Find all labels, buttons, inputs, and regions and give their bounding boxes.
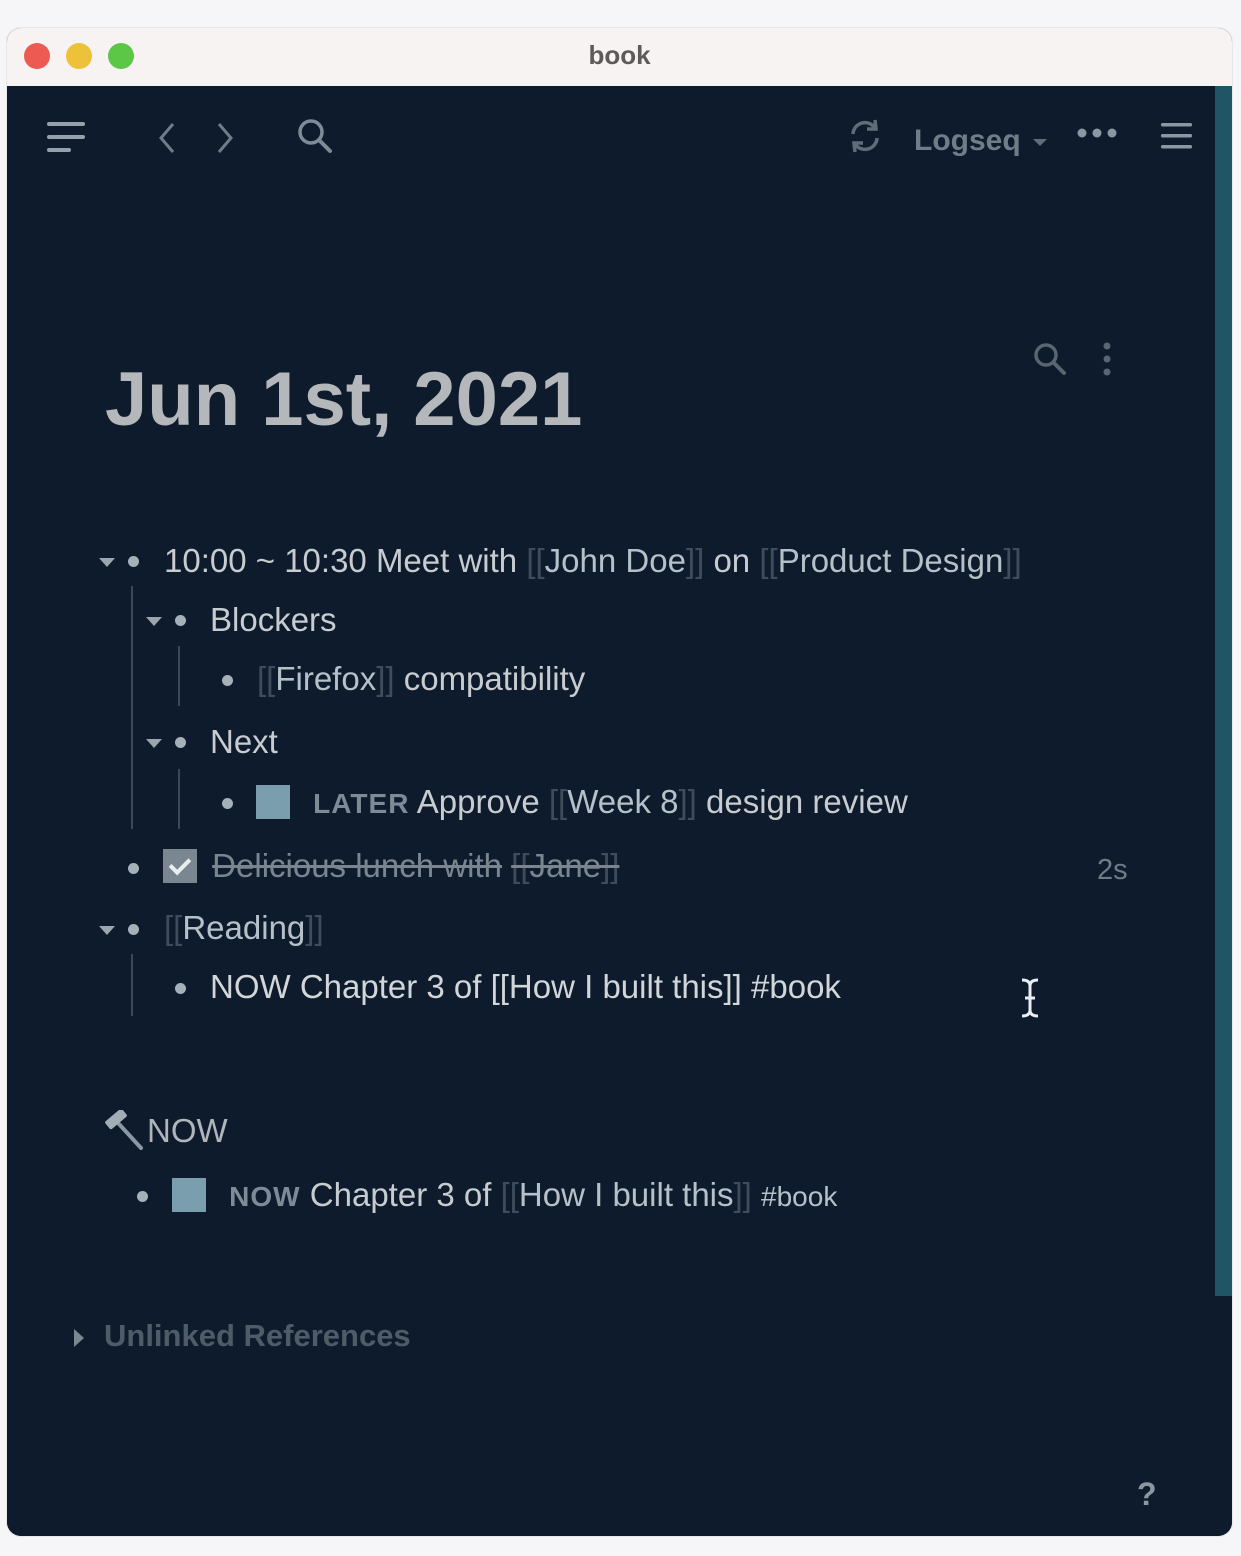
book-tag[interactable]: #book <box>761 1181 837 1212</box>
children-guide <box>131 586 133 829</box>
children-guide <box>131 954 133 1016</box>
page-search-icon[interactable] <box>1033 342 1067 381</box>
children-guide <box>178 646 180 706</box>
task-checkbox[interactable] <box>256 785 290 819</box>
design-review-text: design review <box>706 783 908 820</box>
more-options-icon[interactable] <box>1077 126 1119 144</box>
back-icon[interactable] <box>157 122 177 159</box>
app-window: book Logseq Jun 1st, 2021 10:00 ~ 10:30 … <box>7 28 1232 1536</box>
now-marker[interactable]: NOW <box>229 1181 300 1212</box>
block-bullet[interactable] <box>128 924 139 935</box>
on-text: on <box>713 542 751 579</box>
link-bracket: [[ <box>526 542 545 579</box>
firefox-block[interactable]: [[Firefox]] compatibility <box>257 660 585 698</box>
unlinked-references-toggle[interactable]: Unlinked References <box>104 1318 411 1354</box>
week-8-link[interactable]: Week 8 <box>567 783 678 820</box>
meeting-block[interactable]: 10:00 ~ 10:30 Meet with [[John Doe]] on … <box>164 542 1022 580</box>
time-ago-label: 2s <box>1097 854 1128 886</box>
link-bracket: [[ <box>511 847 530 884</box>
next-block[interactable]: Next <box>210 723 278 761</box>
editing-block-textarea[interactable]: NOW Chapter 3 of [[How I built this]] #b… <box>210 968 841 1006</box>
link-bracket: [[ <box>500 1176 519 1213</box>
help-button[interactable]: ? <box>1137 1476 1157 1513</box>
link-bracket: [[ <box>164 909 183 946</box>
title-bar: book <box>7 28 1232 87</box>
children-guide <box>178 769 180 829</box>
repo-label: Logseq <box>914 124 1021 157</box>
collapse-arrow-icon[interactable] <box>146 739 162 748</box>
caret-right-icon[interactable] <box>73 1328 85 1353</box>
page-title[interactable]: Jun 1st, 2021 <box>105 356 582 443</box>
reading-link[interactable]: Reading <box>182 909 305 946</box>
right-sidebar-toggle-icon[interactable] <box>1161 122 1193 155</box>
block-bullet[interactable] <box>175 983 186 994</box>
task-checkbox[interactable] <box>172 1178 206 1212</box>
block-bullet[interactable] <box>175 615 186 626</box>
link-bracket: ]] <box>678 783 697 820</box>
chevron-down-icon <box>1033 138 1048 146</box>
hammer-icon <box>103 1108 145 1157</box>
blockers-block[interactable]: Blockers <box>210 601 337 639</box>
link-bracket: [[ <box>548 783 568 820</box>
firefox-link[interactable]: Firefox <box>275 660 376 697</box>
link-bracket: ]] <box>305 909 324 946</box>
link-bracket: ]] <box>733 1176 752 1213</box>
compatibility-text: compatibility <box>403 660 586 697</box>
collapse-arrow-icon[interactable] <box>146 617 162 626</box>
link-bracket: [[ <box>257 660 276 697</box>
link-bracket: [[ <box>759 542 778 579</box>
collapse-arrow-icon[interactable] <box>99 926 115 935</box>
block-bullet[interactable] <box>222 798 233 809</box>
jane-link[interactable]: Jane <box>530 847 602 884</box>
checked-checkbox[interactable] <box>163 849 197 883</box>
sync-icon[interactable] <box>847 118 883 159</box>
collapse-arrow-icon[interactable] <box>99 558 115 567</box>
now-task-block[interactable]: NOW Chapter 3 of [[How I built this]] #b… <box>172 1176 837 1214</box>
approve-text: Approve <box>416 783 540 820</box>
block-bullet[interactable] <box>128 863 139 874</box>
meeting-time-text: 10:00 ~ 10:30 Meet with <box>164 542 518 579</box>
now-task-text: Chapter 3 of <box>309 1176 492 1213</box>
john-doe-link[interactable]: John Doe <box>545 542 686 579</box>
text-cursor-icon <box>1019 977 1041 1024</box>
link-bracket: ]] <box>685 542 705 579</box>
link-bracket: ]] <box>376 660 395 697</box>
window-title: book <box>588 40 651 70</box>
block-bullet[interactable] <box>137 1191 148 1202</box>
page-menu-icon[interactable] <box>1102 342 1112 383</box>
search-icon[interactable] <box>297 118 333 159</box>
product-design-link[interactable]: Product Design <box>778 542 1004 579</box>
block-bullet[interactable] <box>128 556 139 567</box>
repo-selector[interactable]: Logseq <box>914 124 1048 158</box>
later-marker[interactable]: LATER <box>313 788 409 819</box>
scrollbar[interactable] <box>1215 86 1232 1296</box>
later-task-block[interactable]: LATER Approve [[Week 8]] design review <box>256 783 908 821</box>
block-bullet[interactable] <box>175 737 186 748</box>
link-bracket: ]] <box>1003 542 1022 579</box>
link-bracket: ]] <box>601 847 620 884</box>
reading-block[interactable]: [[Reading]] <box>164 909 324 947</box>
forward-icon[interactable] <box>215 122 235 159</box>
how-i-built-this-link[interactable]: How I built this <box>519 1176 734 1213</box>
left-sidebar-toggle-icon[interactable] <box>47 120 87 159</box>
now-heading[interactable]: NOW <box>147 1112 228 1150</box>
lunch-text: Delicious lunch with <box>212 847 502 884</box>
lunch-done-block[interactable]: Delicious lunch with [[Jane]] <box>163 847 619 885</box>
app-content: Logseq Jun 1st, 2021 10:00 ~ 10:30 Meet … <box>7 86 1232 1536</box>
block-bullet[interactable] <box>222 675 233 686</box>
